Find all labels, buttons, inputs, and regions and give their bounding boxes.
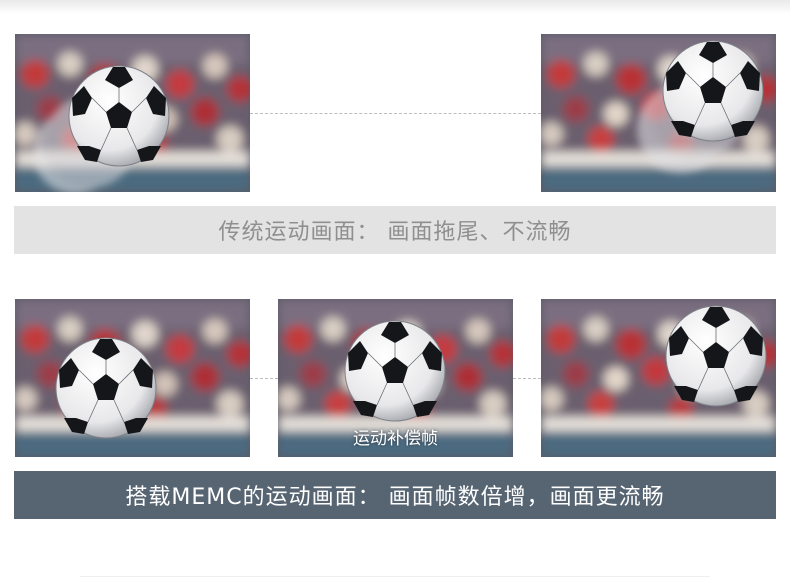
soccer-ball-icon [55,337,157,439]
traditional-motion-banner: 传统运动画面： 画面拖尾、不流畅 [14,206,776,254]
footer-divider [80,576,710,577]
memc-frame-3 [541,299,776,457]
traditional-frame-1 [15,34,250,192]
dashed-connector [513,378,541,379]
compensated-frame-caption: 运动补偿帧 [353,429,438,449]
soccer-ball-icon [665,305,767,407]
dashed-connector [250,378,278,379]
dashed-connector [250,113,541,114]
memc-frame-2: 运动补偿帧 [278,299,513,457]
traditional-frame-2 [541,34,776,192]
soccer-ball-icon [662,40,764,142]
soccer-ball-icon [344,320,446,422]
soccer-ball-icon [68,65,170,167]
traditional-motion-text: 传统运动画面： 画面拖尾、不流畅 [218,220,572,245]
memc-motion-banner: 搭载MEMC的运动画面： 画面帧数倍增，画面更流畅 [14,471,776,519]
top-shadow [0,0,790,14]
memc-frame-1 [15,299,250,457]
memc-motion-text: 搭载MEMC的运动画面： 画面帧数倍增，画面更流畅 [125,485,665,510]
